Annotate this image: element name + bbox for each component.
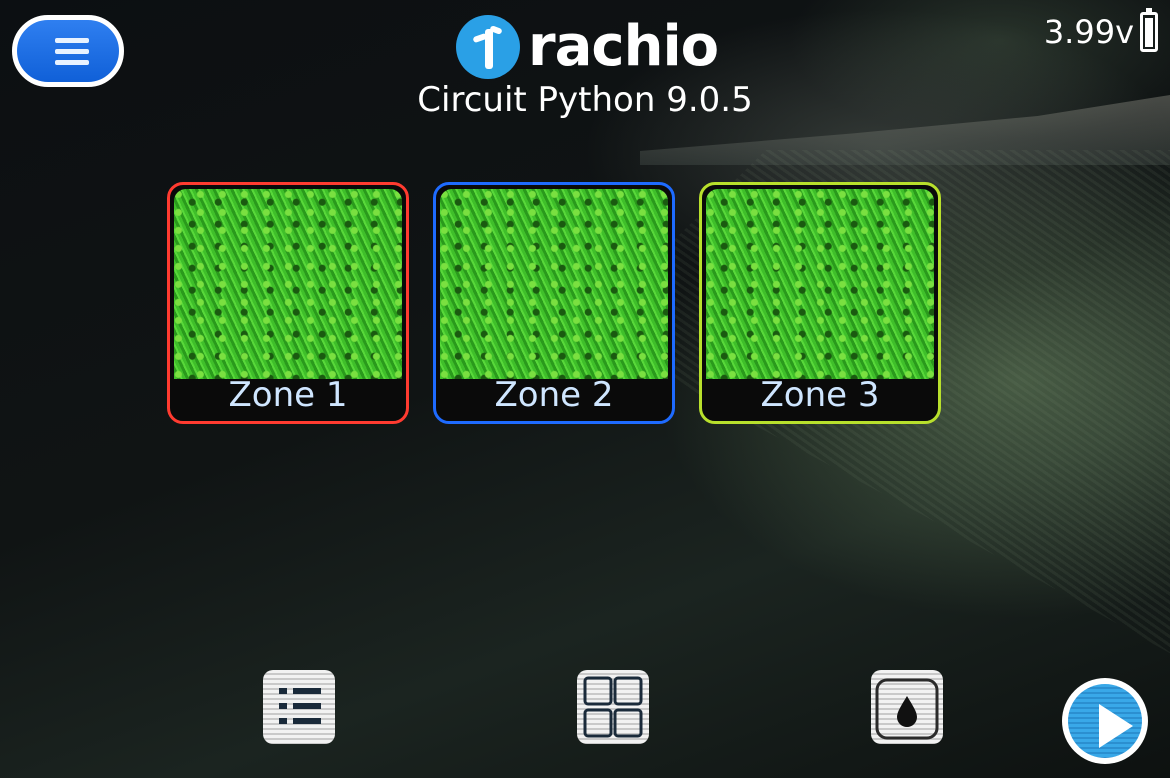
rachio-logo-icon bbox=[456, 15, 520, 79]
play-button[interactable] bbox=[1062, 678, 1148, 764]
play-icon bbox=[1068, 684, 1142, 758]
battery-icon bbox=[1140, 8, 1158, 52]
zone-tile-3[interactable]: Zone 3 bbox=[699, 182, 941, 424]
grid-icon bbox=[583, 676, 643, 738]
brand-name: rachio bbox=[528, 14, 719, 79]
firmware-version: Circuit Python 9.0.5 bbox=[417, 80, 753, 120]
battery-voltage: 3.99v bbox=[1043, 13, 1134, 51]
list-button[interactable] bbox=[263, 670, 335, 744]
grass-image bbox=[174, 189, 402, 379]
grid-button[interactable] bbox=[577, 670, 649, 744]
list-icon bbox=[279, 688, 321, 724]
water-drop-icon bbox=[875, 678, 939, 740]
zone-tile-2[interactable]: Zone 2 bbox=[433, 182, 675, 424]
brand-logo: rachio bbox=[456, 14, 719, 79]
zone-label: Zone 2 bbox=[494, 375, 614, 415]
screen: rachio Circuit Python 9.0.5 3.99v Zone 1… bbox=[0, 0, 1170, 778]
zone-label: Zone 3 bbox=[760, 375, 880, 415]
battery-status: 3.99v bbox=[1043, 8, 1158, 52]
grass-image bbox=[706, 189, 934, 379]
menu-button[interactable] bbox=[12, 15, 124, 87]
zone-tile-1[interactable]: Zone 1 bbox=[167, 182, 409, 424]
water-button[interactable] bbox=[871, 670, 943, 744]
grass-image bbox=[440, 189, 668, 379]
zone-label: Zone 1 bbox=[228, 375, 348, 415]
